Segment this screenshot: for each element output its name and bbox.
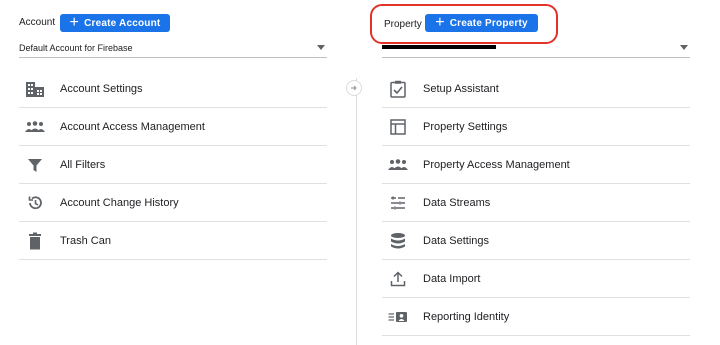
menu-item-label: Property Access Management [423,158,570,171]
menu-item-label: Data Import [423,272,481,285]
create-account-button[interactable]: + Create Account [60,14,170,32]
menu-item-label: Account Access Management [60,120,205,133]
menu-item-label: Data Streams [423,196,491,209]
menu-item-data-import[interactable]: Data Import [382,260,690,298]
account-selector-value: Default Account for Firebase [19,43,133,53]
menu-item-label: Setup Assistant [423,82,499,95]
expand-toggle[interactable] [346,80,362,96]
property-menu: Setup Assistant Property Settings Proper… [382,70,690,336]
streams-icon [388,193,408,213]
menu-item-label: All Filters [60,158,106,171]
account-selector[interactable]: Default Account for Firebase [19,39,327,58]
menu-item-label: Property Settings [423,120,508,133]
menu-item-property-settings[interactable]: Property Settings [382,108,690,146]
menu-item-data-streams[interactable]: Data Streams [382,184,690,222]
menu-item-setup-assistant[interactable]: Setup Assistant [382,70,690,108]
filter-icon [25,155,45,175]
menu-item-all-filters[interactable]: All Filters [19,146,327,184]
menu-item-account-access-management[interactable]: Account Access Management [19,108,327,146]
create-account-label: Create Account [84,17,161,29]
menu-item-label: Data Settings [423,234,490,247]
menu-item-label: Account Settings [60,82,143,95]
layout-icon [388,117,408,137]
history-icon [25,193,45,213]
menu-item-account-settings[interactable]: Account Settings [19,70,327,108]
clipboard-check-icon [388,79,408,99]
menu-item-label: Trash Can [60,234,111,247]
menu-item-label: Account Change History [60,196,179,209]
menu-item-reporting-identity[interactable]: Reporting Identity [382,298,690,336]
menu-item-property-access-management[interactable]: Property Access Management [382,146,690,184]
menu-item-data-settings[interactable]: Data Settings [382,222,690,260]
property-selector[interactable] [382,39,690,58]
chevron-down-icon [680,45,688,50]
menu-item-account-change-history[interactable]: Account Change History [19,184,327,222]
highlight-annotation [370,4,558,44]
account-label: Account [19,17,56,28]
column-divider [356,78,357,345]
arrow-right-icon [351,85,357,91]
account-menu: Account Settings Account Access Manageme… [19,70,327,260]
plus-icon: + [69,13,80,31]
menu-item-label: Reporting Identity [423,310,510,323]
trash-icon [25,231,45,251]
menu-item-trash-can[interactable]: Trash Can [19,222,327,260]
database-icon [388,231,408,251]
identity-icon [388,307,408,327]
chevron-down-icon [317,45,325,50]
people-icon [388,155,408,175]
people-icon [25,117,45,137]
building-icon [25,79,45,99]
upload-icon [388,269,408,289]
